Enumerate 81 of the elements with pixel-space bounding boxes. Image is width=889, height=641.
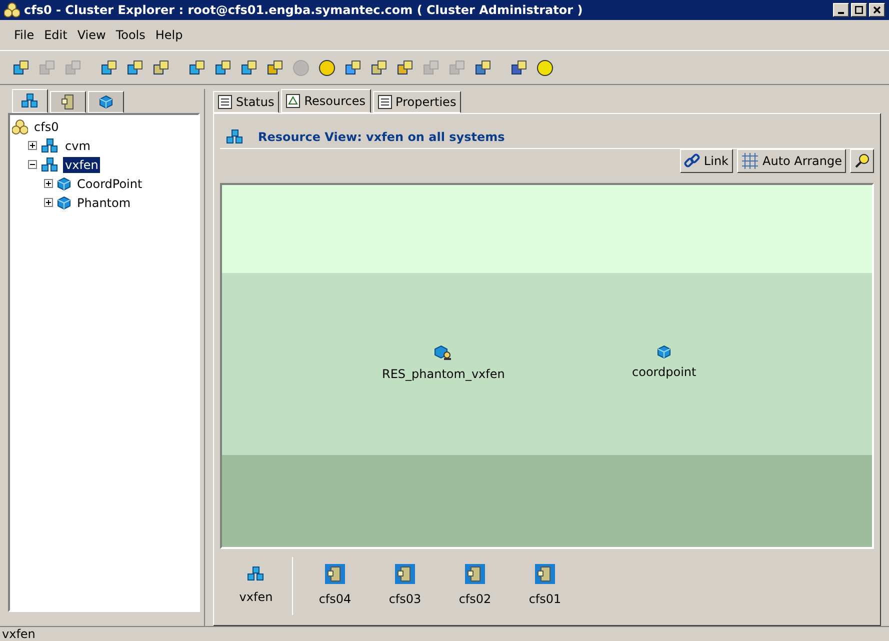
toolbar-icon [240,58,258,76]
menu-item[interactable]: File [10,26,38,44]
expand-icon[interactable] [44,198,53,207]
diagram-icon [286,94,300,108]
resource-label: RES_phantom_vxfen [382,366,505,383]
cubes-icon [21,93,39,109]
menu-item[interactable]: View [73,26,110,44]
cube-icon [57,196,71,210]
tree-item[interactable]: cfs0 [32,118,61,134]
tab[interactable]: Status [213,91,280,113]
toolbar-icon [344,58,362,76]
toolbar-icon [126,58,144,76]
tree-item[interactable]: Phantom [75,194,133,210]
toolbar-icon [396,58,414,76]
auto-arrange-button[interactable]: Auto Arrange [736,149,846,173]
status-text: vxfen [2,628,36,640]
toolbar-icon [188,58,206,76]
server-icon [535,564,555,584]
toolbar-icon [100,58,118,76]
panel-tab[interactable] [50,91,86,113]
list-icon [218,95,232,109]
close-icon [873,6,881,14]
cube-icon [57,176,71,190]
link-button[interactable]: Link [680,149,732,173]
cubes-icon [226,129,244,145]
tree-item[interactable]: cvm [63,138,92,154]
tab[interactable]: Resources [281,89,371,113]
minimize-button[interactable] [833,3,849,17]
circle-icon [318,58,336,76]
menu-item[interactable]: Edit [40,26,72,44]
tree-item[interactable]: vxfen [63,156,100,172]
resource-label: coordpoint [632,364,696,381]
circle-icon [292,58,310,76]
window-title: cfs0 - Cluster Explorer : root@cfs01.engba.symantec.com ( Cluster Administrator ) [24,2,583,19]
system-label: cfs01 [528,591,562,608]
maximize-button[interactable] [851,3,867,17]
toolbar-icon [12,58,30,76]
cube-user-icon [434,345,452,361]
toolbar-icon [214,58,232,76]
server-icon [395,564,415,584]
cubes-icon [247,566,265,582]
toolbar-icon [64,58,82,76]
server-icon [61,94,75,110]
cube-icon [99,95,113,109]
chain-link-icon [684,153,700,169]
menu-item[interactable]: Help [151,26,187,44]
system-label: cfs04 [318,591,352,608]
cube-icon [657,345,672,359]
toolbar-icon [266,58,284,76]
server-icon [325,564,345,584]
grid-icon [740,153,758,169]
tab[interactable]: Properties [372,91,462,113]
toolbar-icon [422,58,440,76]
maximize-icon [855,6,863,14]
collapse-icon[interactable] [28,160,37,169]
toolbar-icon [474,58,492,76]
panel-tab[interactable] [88,91,124,113]
zoom-button[interactable] [850,149,874,173]
cluster-icon [4,2,20,18]
toolbar-icon [510,58,528,76]
cubes-icon [41,138,59,154]
cubes-icon [41,156,59,172]
toolbar-icon [370,58,388,76]
group-label: vxfen [239,589,273,606]
server-icon [465,564,485,584]
list-icon [378,95,392,109]
system-label: cfs03 [388,591,422,608]
toolbar-icon [152,58,170,76]
menu-item[interactable]: Tools [112,26,150,44]
tree-item[interactable]: CoordPoint [75,176,144,192]
magnifier-icon [854,153,870,169]
close-button[interactable] [869,3,885,17]
view-title: Resource View: vxfen on all systems [258,129,505,146]
toolbar-icon [448,58,466,76]
expand-icon[interactable] [28,141,37,150]
toolbar-icon [38,58,56,76]
cluster-icon [12,118,28,134]
panel-tab[interactable] [12,89,48,113]
circle-icon [536,58,554,76]
expand-icon[interactable] [44,179,53,188]
system-label: cfs02 [458,591,492,608]
